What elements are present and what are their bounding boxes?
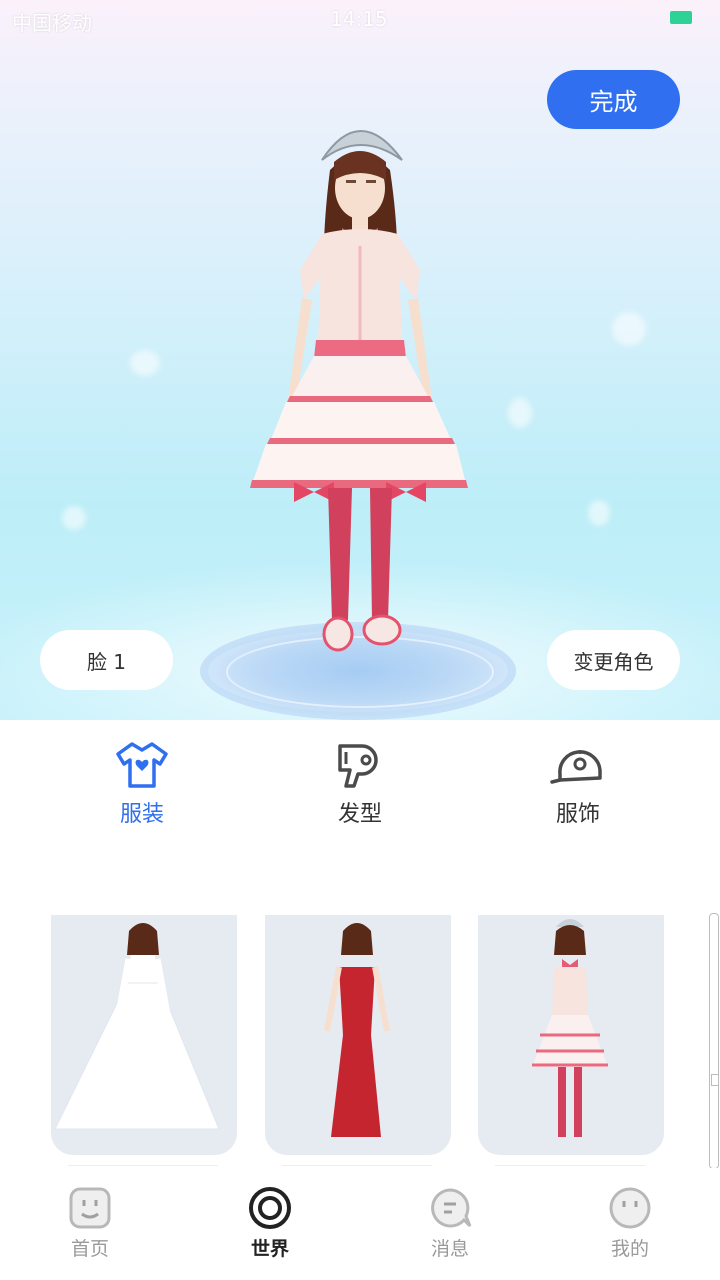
outfit-card[interactable]: [478, 915, 664, 1155]
nav-label: 世界: [250, 1238, 289, 1260]
white-wedding-dress-icon: [54, 923, 220, 1130]
tab-label: 发型: [337, 802, 382, 827]
red-evening-gown-icon: [324, 923, 390, 1137]
battery-icon: [670, 11, 692, 24]
card-divider: [282, 1165, 432, 1166]
outfit-card[interactable]: [51, 915, 237, 1155]
cap-icon: [550, 750, 602, 784]
outfit-grid: [0, 915, 720, 1166]
profile-face-icon: [609, 1187, 651, 1229]
world-ring-icon: [249, 1187, 291, 1229]
tab-label: 服饰: [555, 802, 600, 827]
nav-world[interactable]: 世界: [210, 1186, 330, 1261]
face-selector-button[interactable]: 脸 1: [40, 630, 173, 690]
pink-lolita-dress-icon: [532, 919, 608, 1137]
bokeh-light: [130, 350, 160, 376]
tab-clothing[interactable]: 服装: [82, 740, 202, 828]
bokeh-light: [612, 312, 646, 346]
card-divider: [68, 1165, 218, 1166]
status-bar: 中国移动 14:15: [0, 0, 720, 40]
tab-hairstyle[interactable]: 发型: [300, 740, 420, 828]
carrier-name: 中国移动: [12, 11, 92, 35]
done-button[interactable]: 完成: [547, 70, 680, 129]
change-role-button[interactable]: 变更角色: [547, 630, 680, 690]
card-divider: [495, 1165, 645, 1166]
hair-dryer-icon: [338, 744, 378, 788]
nav-label: 首页: [70, 1238, 109, 1260]
nav-profile[interactable]: 我的: [570, 1186, 690, 1261]
avatar-stage[interactable]: 完成 脸 1 变更角色: [0, 0, 720, 720]
outfit-scrollbar[interactable]: [709, 913, 719, 1169]
nav-home[interactable]: 首页: [30, 1186, 150, 1261]
outfit-card[interactable]: [265, 915, 451, 1155]
scroll-thumb[interactable]: [711, 1074, 719, 1086]
nav-label: 消息: [430, 1238, 469, 1260]
home-face-icon: [69, 1187, 111, 1229]
status-time: 14:15: [330, 7, 388, 31]
tshirt-icon: [116, 742, 168, 788]
tab-label: 服装: [119, 802, 164, 827]
bokeh-light: [508, 398, 532, 428]
category-tabs: 服装 发型 服饰: [0, 720, 720, 840]
tab-accessories[interactable]: 服饰: [518, 740, 638, 828]
nav-label: 我的: [610, 1238, 649, 1260]
bokeh-light: [588, 500, 610, 526]
message-bubble-icon: [431, 1188, 472, 1228]
nav-messages[interactable]: 消息: [390, 1186, 510, 1261]
bottom-navigation: 首页 世界 消息 我的: [0, 1168, 720, 1280]
avatar-character[interactable]: [230, 100, 490, 690]
bokeh-light: [62, 506, 86, 530]
